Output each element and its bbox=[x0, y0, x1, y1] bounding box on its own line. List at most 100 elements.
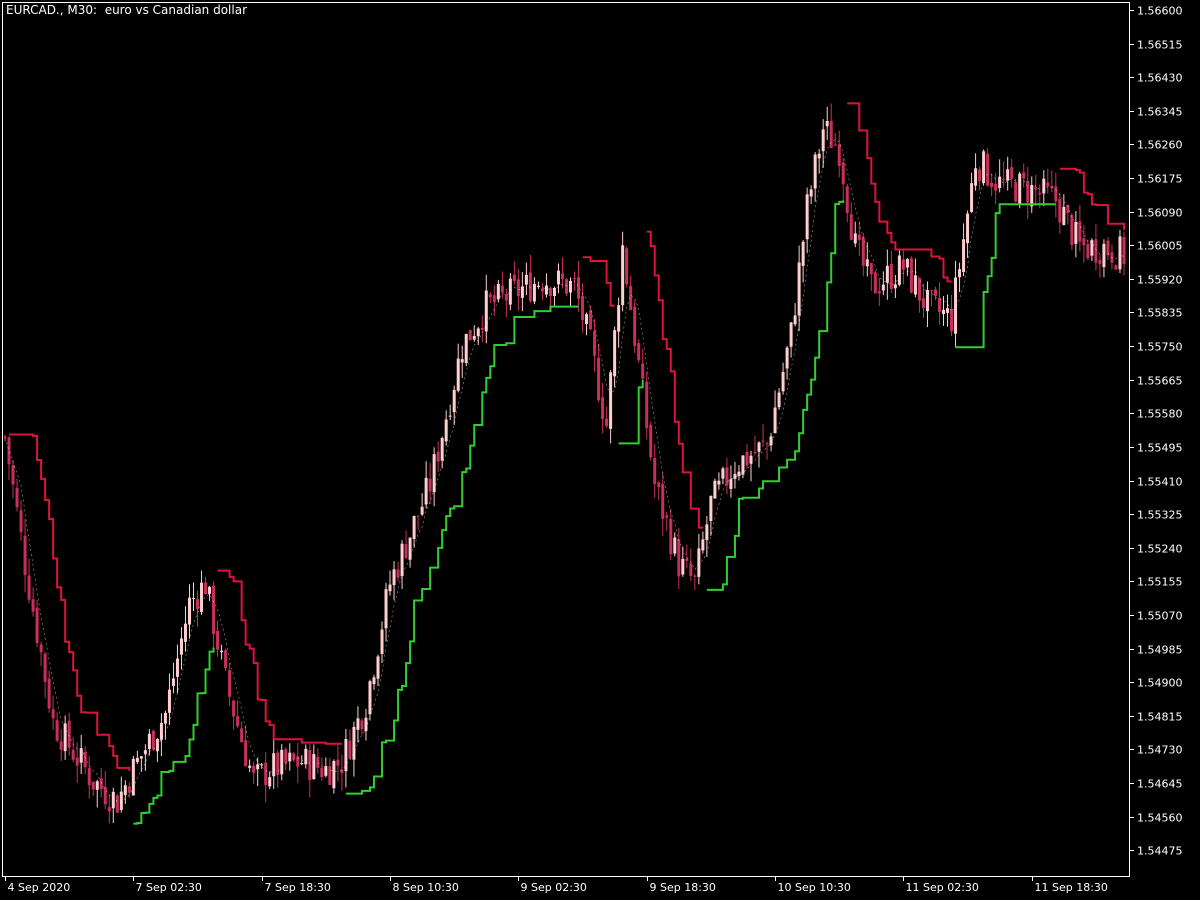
candle bbox=[264, 752, 268, 803]
candle bbox=[821, 119, 825, 168]
candle bbox=[974, 153, 978, 191]
candle bbox=[155, 738, 159, 762]
candle-body bbox=[75, 757, 79, 766]
candle-body bbox=[857, 234, 861, 241]
candle bbox=[1026, 166, 1030, 220]
candle bbox=[569, 277, 573, 307]
candle-body bbox=[585, 314, 589, 324]
candle bbox=[504, 288, 508, 318]
candle bbox=[713, 478, 717, 499]
candle-body bbox=[468, 330, 472, 341]
candle bbox=[119, 776, 123, 813]
candle-body bbox=[187, 597, 191, 625]
candle bbox=[416, 515, 420, 531]
candle bbox=[785, 345, 789, 380]
candle-body bbox=[565, 279, 568, 294]
candle-body bbox=[31, 599, 35, 612]
candle bbox=[605, 406, 609, 428]
candle-body bbox=[99, 778, 103, 790]
candle bbox=[159, 713, 163, 756]
candle bbox=[524, 262, 528, 296]
candle bbox=[829, 103, 833, 149]
trend-line-up bbox=[618, 379, 644, 445]
candle bbox=[171, 662, 175, 694]
x-tick-label: 9 Sep 18:30 bbox=[650, 881, 716, 894]
candle-body bbox=[320, 767, 324, 778]
candle bbox=[805, 187, 809, 254]
candle bbox=[536, 281, 540, 289]
candle-body bbox=[428, 478, 432, 492]
candle-body bbox=[512, 274, 516, 281]
candle-body bbox=[372, 677, 376, 685]
candle-body bbox=[785, 347, 789, 369]
candle bbox=[55, 712, 59, 743]
candle-body bbox=[950, 309, 954, 332]
candle bbox=[187, 584, 191, 639]
candle-body bbox=[1026, 180, 1030, 203]
candle bbox=[982, 149, 986, 186]
candle-body bbox=[143, 750, 147, 755]
candle bbox=[565, 278, 568, 296]
candle bbox=[789, 321, 793, 358]
candle bbox=[793, 303, 797, 327]
candle bbox=[468, 329, 472, 341]
candle bbox=[396, 561, 400, 582]
candle-body bbox=[1018, 173, 1022, 205]
candle-body bbox=[376, 656, 380, 679]
candle bbox=[344, 728, 348, 788]
candle-body bbox=[765, 443, 769, 445]
candle-body bbox=[621, 245, 625, 306]
candle bbox=[1002, 161, 1006, 188]
candle-body bbox=[593, 330, 597, 356]
candle bbox=[228, 663, 232, 706]
x-tick-label: 7 Sep 18:30 bbox=[265, 881, 331, 894]
candle bbox=[59, 729, 63, 762]
y-tick-label: 1.55410 bbox=[1137, 476, 1183, 489]
candle bbox=[958, 262, 962, 292]
candle bbox=[1030, 176, 1034, 213]
candle-body bbox=[436, 451, 440, 462]
candle-body bbox=[384, 589, 388, 629]
candle-body bbox=[204, 582, 208, 595]
candle-body bbox=[127, 786, 131, 793]
candle bbox=[990, 173, 994, 197]
candle-body bbox=[958, 269, 962, 278]
candle bbox=[729, 465, 733, 498]
candle bbox=[268, 771, 272, 790]
candle-body bbox=[853, 233, 857, 244]
x-tick-label: 10 Sep 10:30 bbox=[778, 881, 851, 894]
candle-body bbox=[633, 306, 637, 346]
candle-body bbox=[216, 630, 220, 650]
candle bbox=[641, 348, 645, 380]
candle bbox=[909, 256, 913, 294]
candle-body bbox=[821, 129, 825, 152]
candle-body bbox=[43, 653, 47, 682]
candle bbox=[769, 432, 773, 452]
candle-body bbox=[316, 756, 320, 768]
candle-body bbox=[27, 575, 31, 600]
candle-body bbox=[841, 162, 845, 185]
candle-body bbox=[356, 718, 360, 730]
candle bbox=[673, 532, 677, 557]
candle bbox=[1086, 239, 1090, 261]
candle-body bbox=[729, 479, 733, 489]
candle-body bbox=[328, 766, 332, 786]
candle-body bbox=[781, 371, 785, 392]
candle-body bbox=[155, 738, 159, 752]
candle-body bbox=[741, 455, 745, 475]
candle bbox=[841, 158, 845, 201]
price-chart[interactable]: 1.56600 1.56515 1.56430 1.56345 1.56260 1.561… bbox=[0, 0, 1200, 900]
candle bbox=[1078, 204, 1082, 252]
candle-body bbox=[7, 437, 11, 465]
candle bbox=[681, 546, 685, 577]
y-tick-label: 1.54560 bbox=[1137, 812, 1183, 825]
candle-body bbox=[885, 265, 889, 283]
candle-body bbox=[909, 258, 913, 293]
candle-body bbox=[416, 515, 420, 517]
candle-body bbox=[685, 558, 689, 561]
candle bbox=[765, 441, 769, 460]
candle-body bbox=[55, 720, 59, 741]
candle bbox=[175, 644, 179, 694]
candle-body bbox=[933, 289, 937, 296]
candle bbox=[196, 590, 200, 627]
